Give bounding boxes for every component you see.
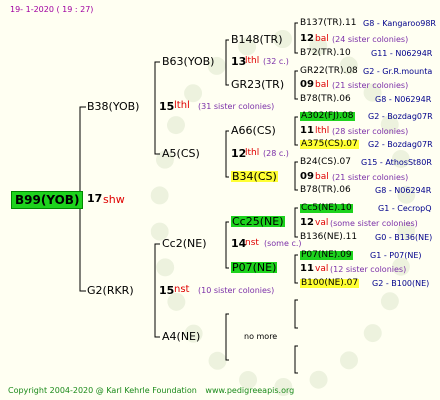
b24-ref: G15 - AthosSt80R	[361, 158, 432, 167]
queen-cc2[interactable]: Cc2(NE)	[162, 238, 207, 249]
date-header: 19- 1-2020 ( 19 : 27)	[10, 5, 94, 14]
cc25-generation: 12	[300, 217, 314, 228]
queen-gr23[interactable]: GR23(TR)	[231, 79, 284, 90]
g2-generation: 15	[159, 284, 175, 297]
b148-sisters: (24 sister colonies)	[332, 35, 409, 44]
cc2-origin: nst	[245, 238, 259, 248]
copyright-text: Copyright 2004-2020 @ Karl Kehrle Founda…	[8, 386, 197, 395]
queen-b38[interactable]: B38(YOB)	[87, 101, 139, 112]
gr22-ref: G2 - Gr.R.mounta	[363, 67, 433, 76]
queen-cc25[interactable]: Cc25(NE)	[231, 216, 285, 227]
gr23-sisters: (21 sister colonies)	[332, 81, 409, 90]
b148-generation: 12	[300, 33, 314, 44]
b63-origin: lthl	[245, 56, 260, 66]
queen-b78-b[interactable]: B78(TR).06	[300, 186, 351, 195]
a66-generation: 11	[300, 125, 314, 136]
queen-b136[interactable]: B136(NE).11	[300, 233, 357, 242]
b78-a-ref: G8 - N06294R	[375, 95, 432, 104]
b63-sisters: (32 c.)	[263, 57, 289, 66]
site-link[interactable]: www.pedigreeapis.org	[205, 386, 294, 395]
cc25-origin: val	[315, 218, 329, 228]
p07-generation: 11	[300, 263, 314, 274]
queen-cc5[interactable]: Cc5(NE).10	[300, 204, 353, 213]
gr23-origin: bal	[315, 80, 329, 90]
a302-ref: G2 - Bozdag07R	[368, 112, 433, 121]
queen-gr22[interactable]: GR22(TR).08	[300, 67, 358, 76]
queen-b72[interactable]: B72(TR).10	[300, 49, 351, 58]
b34-origin: bal	[315, 172, 329, 182]
queen-b137[interactable]: B137(TR).11	[300, 19, 356, 28]
queen-b24[interactable]: B24(CS).07	[300, 158, 351, 167]
p07-sisters: (12 sister colonies)	[330, 265, 407, 274]
root-generation: 17	[87, 192, 103, 205]
a4-no-more: no more	[244, 332, 278, 341]
queen-b78-a[interactable]: B78(TR).06	[300, 95, 351, 104]
a5-sisters: (28 c.)	[263, 149, 289, 158]
cc5-ref: G1 - CecropQ	[378, 204, 432, 213]
queen-a375[interactable]: A375(CS).07	[300, 140, 359, 149]
a375-ref: G2 - Bozdag07R	[368, 140, 433, 149]
g2-origin: nst	[174, 284, 190, 295]
queen-a4[interactable]: A4(NE)	[162, 331, 200, 342]
b78-b-ref: G8 - N06294R	[375, 186, 432, 195]
queen-a302[interactable]: A302(FJ).08	[300, 112, 355, 121]
b38-sisters: (31 sister colonies)	[198, 102, 275, 111]
g2-sisters: (10 sister colonies)	[198, 286, 275, 295]
p07-origin: val	[315, 264, 329, 274]
queen-g2[interactable]: G2(RKR)	[87, 285, 134, 296]
queen-b34[interactable]: B34(CS)	[231, 171, 278, 182]
footer: Copyright 2004-2020 @ Karl Kehrle Founda…	[8, 386, 294, 395]
b137-ref: G8 - Kangaroo98R	[363, 19, 436, 28]
gr23-generation: 09	[300, 79, 314, 90]
b38-origin: lthl	[174, 100, 190, 111]
b72-ref: G11 - N06294R	[371, 49, 433, 58]
queen-b100[interactable]: B100(NE).07	[300, 279, 360, 288]
b38-generation: 15	[159, 100, 175, 113]
a66-origin: lthl	[315, 126, 330, 136]
root-queen[interactable]: B99(YOB)	[11, 191, 84, 209]
p07-b-ref: G1 - P07(NE)	[370, 251, 422, 260]
b34-sisters: (21 sister colonies)	[332, 173, 409, 182]
cc2-sisters: (some c.)	[264, 239, 302, 248]
b34-generation: 09	[300, 171, 314, 182]
a66-sisters: (28 sister colonies)	[332, 127, 409, 136]
b148-origin: bal	[315, 34, 329, 44]
queen-p07[interactable]: P07(NE)	[231, 262, 278, 273]
cc25-sisters: (some sister colonies)	[330, 219, 418, 228]
queen-a66[interactable]: A66(CS)	[231, 125, 276, 136]
queen-b148[interactable]: B148(TR)	[231, 34, 283, 45]
queen-p07-b[interactable]: P07(NE).09	[300, 251, 353, 260]
a5-origin: lthl	[245, 148, 260, 158]
queen-a5[interactable]: A5(CS)	[162, 148, 200, 159]
b100-ref: G2 - B100(NE)	[372, 279, 430, 288]
root-origin: shw	[103, 193, 125, 206]
b136-ref: G0 - B136(NE)	[375, 233, 433, 242]
queen-b63[interactable]: B63(YOB)	[162, 56, 214, 67]
